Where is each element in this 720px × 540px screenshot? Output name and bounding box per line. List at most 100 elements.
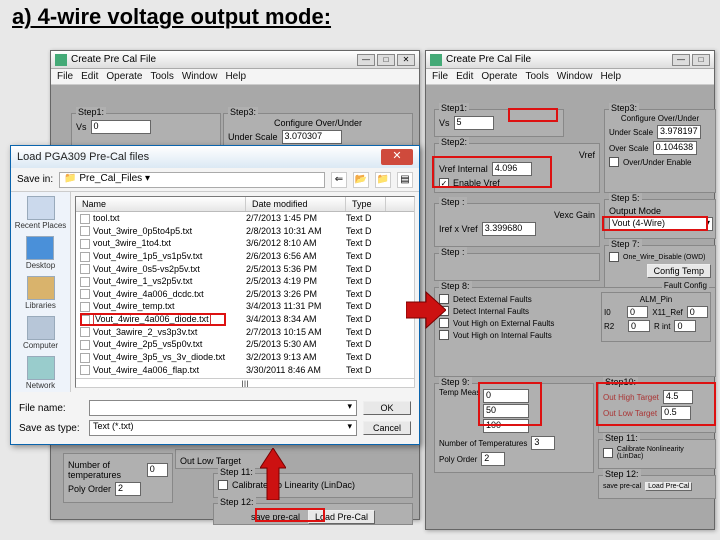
menu-file[interactable]: File	[57, 71, 73, 82]
views-icon[interactable]: ▤	[397, 172, 413, 188]
ou-enable-label: Over/Under Enable	[623, 158, 691, 167]
chk-f4[interactable]	[439, 330, 449, 340]
load-precal-button[interactable]: Load Pre-Cal	[645, 482, 692, 491]
file-row[interactable]: tool.txt2/7/2013 1:45 PMText D	[76, 212, 414, 225]
highlight-temp-meas	[478, 382, 542, 426]
over-scale-input[interactable]: 0.104638	[653, 141, 697, 155]
menu-window[interactable]: Window	[182, 71, 218, 82]
max-button[interactable]: □	[692, 54, 710, 66]
f1-label: Detect External Faults	[453, 295, 532, 304]
file-row[interactable]: Vout_4wire_4a006_flap.txt3/30/2011 8:46 …	[76, 364, 414, 377]
close-button[interactable]: ✕	[397, 54, 415, 66]
step11-label: Step 11:	[218, 467, 255, 477]
x11-label: X11_Ref	[652, 308, 683, 317]
menu-file[interactable]: File	[432, 71, 448, 82]
max-button[interactable]: □	[377, 54, 395, 66]
vs-label: Vs	[439, 118, 450, 128]
place-recent[interactable]: Recent Places	[15, 196, 67, 230]
right-window: Create Pre Cal File — □ File Edit Operat…	[425, 50, 715, 530]
over-scale-label: Over Scale	[609, 144, 649, 153]
cal-nl-chk[interactable]	[603, 448, 613, 458]
ok-button[interactable]: OK	[363, 401, 411, 415]
menu-edit[interactable]: Edit	[456, 71, 473, 82]
x11-input[interactable]: 0	[687, 306, 708, 318]
app-icon	[430, 54, 442, 66]
file-row[interactable]: Vout_3awire_2_vs3p3v.txt2/7/2013 10:15 A…	[76, 326, 414, 339]
step9-label: Step 9:	[439, 377, 472, 387]
place-libraries[interactable]: Libraries	[25, 276, 56, 310]
close-icon[interactable]: ✕	[381, 149, 413, 165]
vref-label: Vref	[579, 150, 595, 160]
col-date[interactable]: Date modified	[246, 197, 346, 211]
window-title: Create Pre Cal File	[71, 54, 156, 65]
min-button[interactable]: —	[672, 54, 690, 66]
ivref-input[interactable]: 3.399680	[482, 222, 536, 236]
menu-operate[interactable]: Operate	[106, 71, 142, 82]
menu-help[interactable]: Help	[600, 71, 621, 82]
vs-input[interactable]: 0	[91, 120, 151, 134]
vs-label: Vs	[76, 122, 87, 132]
cal-lin-chk[interactable]	[218, 480, 228, 490]
ivref-label: Iref x Vref	[439, 224, 478, 234]
window-title: Create Pre Cal File	[446, 54, 531, 65]
newfolder-icon[interactable]: 📁	[375, 172, 391, 188]
menu-help[interactable]: Help	[225, 71, 246, 82]
up-arrow-icon	[260, 448, 286, 500]
file-row[interactable]: Vout_4wire_temp.txt3/4/2013 11:31 PMText…	[76, 300, 414, 313]
under-scale-input[interactable]: 3.070307	[282, 130, 342, 144]
nt-input[interactable]: 3	[531, 436, 555, 450]
highlight-load-precal	[255, 508, 325, 522]
r2-input[interactable]: 0	[628, 320, 650, 332]
right-arrow-icon	[406, 290, 446, 330]
min-button[interactable]: —	[357, 54, 375, 66]
savein-label: Save in:	[17, 174, 53, 185]
poly-input[interactable]: 2	[481, 452, 505, 466]
poly-input[interactable]: 2	[115, 482, 141, 496]
file-row[interactable]: Vout_4wire_3p5_vs_3v_diode.txt3/2/2013 9…	[76, 351, 414, 364]
fault-config-label: Fault Config	[662, 281, 709, 290]
cal-lin-label: Calibrate No Linearity (LinDac)	[232, 480, 355, 490]
saveastype-select[interactable]: Text (*.txt)	[89, 420, 357, 436]
up-icon[interactable]: 📂	[353, 172, 369, 188]
folder-dropdown[interactable]: 📁 Pre_Cal_Files ▾	[59, 172, 325, 188]
ou-enable-chk[interactable]	[609, 157, 619, 167]
places-bar: Recent Places Desktop Libraries Computer…	[11, 192, 71, 392]
menu-tools[interactable]: Tools	[526, 71, 549, 82]
file-row[interactable]: Vout_4wire_1_vs2p5v.txt2/5/2013 4:19 PMT…	[76, 275, 414, 288]
step11-label: Step 11:	[603, 433, 640, 443]
file-row[interactable]: Vout_4wire_4a006_dcdc.txt2/5/2013 3:26 P…	[76, 288, 414, 301]
menu-operate[interactable]: Operate	[481, 71, 517, 82]
rint-input[interactable]: 0	[674, 320, 696, 332]
step12-label: Step 12:	[603, 469, 641, 479]
i0-input[interactable]: 0	[627, 306, 648, 318]
col-name[interactable]: Name	[76, 197, 246, 211]
cfg-ou-label: Configure Over/Under	[609, 114, 711, 123]
app-icon	[55, 54, 67, 66]
cancel-button[interactable]: Cancel	[363, 421, 411, 435]
file-row[interactable]: vout_3wire_1to4.txt3/6/2012 8:10 AMText …	[76, 237, 414, 250]
filename-input[interactable]	[89, 400, 357, 416]
file-list[interactable]: Name Date modified Type tool.txt2/7/2013…	[75, 196, 415, 388]
scroll-hint: III	[76, 378, 414, 388]
file-row[interactable]: Vout_4wire_2p5_vs5p0v.txt2/5/2013 5:30 A…	[76, 338, 414, 351]
step3-label: Step3:	[228, 107, 258, 117]
back-icon[interactable]: ⇐	[331, 172, 347, 188]
col-type[interactable]: Type	[346, 197, 386, 211]
file-row[interactable]: Vout_4wire_1p5_vs1p5v.txt2/6/2013 6:56 A…	[76, 250, 414, 263]
num-temp-input[interactable]: 0	[147, 463, 168, 477]
highlight-vref	[432, 156, 552, 188]
under-scale-input[interactable]: 3.978197	[657, 125, 701, 139]
place-network[interactable]: Network	[26, 356, 55, 390]
file-row[interactable]: Vout_4wire_0s5-vs2p5v.txt2/5/2013 5:36 P…	[76, 263, 414, 276]
menu-tools[interactable]: Tools	[151, 71, 174, 82]
place-computer[interactable]: Computer	[23, 316, 58, 350]
menu-edit[interactable]: Edit	[81, 71, 98, 82]
menu-window[interactable]: Window	[557, 71, 593, 82]
f2-label: Detect Internal Faults	[453, 307, 529, 316]
file-row[interactable]: Vout_3wire_0p5to4p5.txt2/8/2013 10:31 AM…	[76, 225, 414, 238]
owd-chk[interactable]	[609, 252, 619, 262]
vexc-label: Vexc Gain	[554, 210, 595, 220]
config-temp-button[interactable]: Config Temp	[647, 264, 711, 278]
vs-input[interactable]: 5	[454, 116, 494, 130]
place-desktop[interactable]: Desktop	[26, 236, 55, 270]
